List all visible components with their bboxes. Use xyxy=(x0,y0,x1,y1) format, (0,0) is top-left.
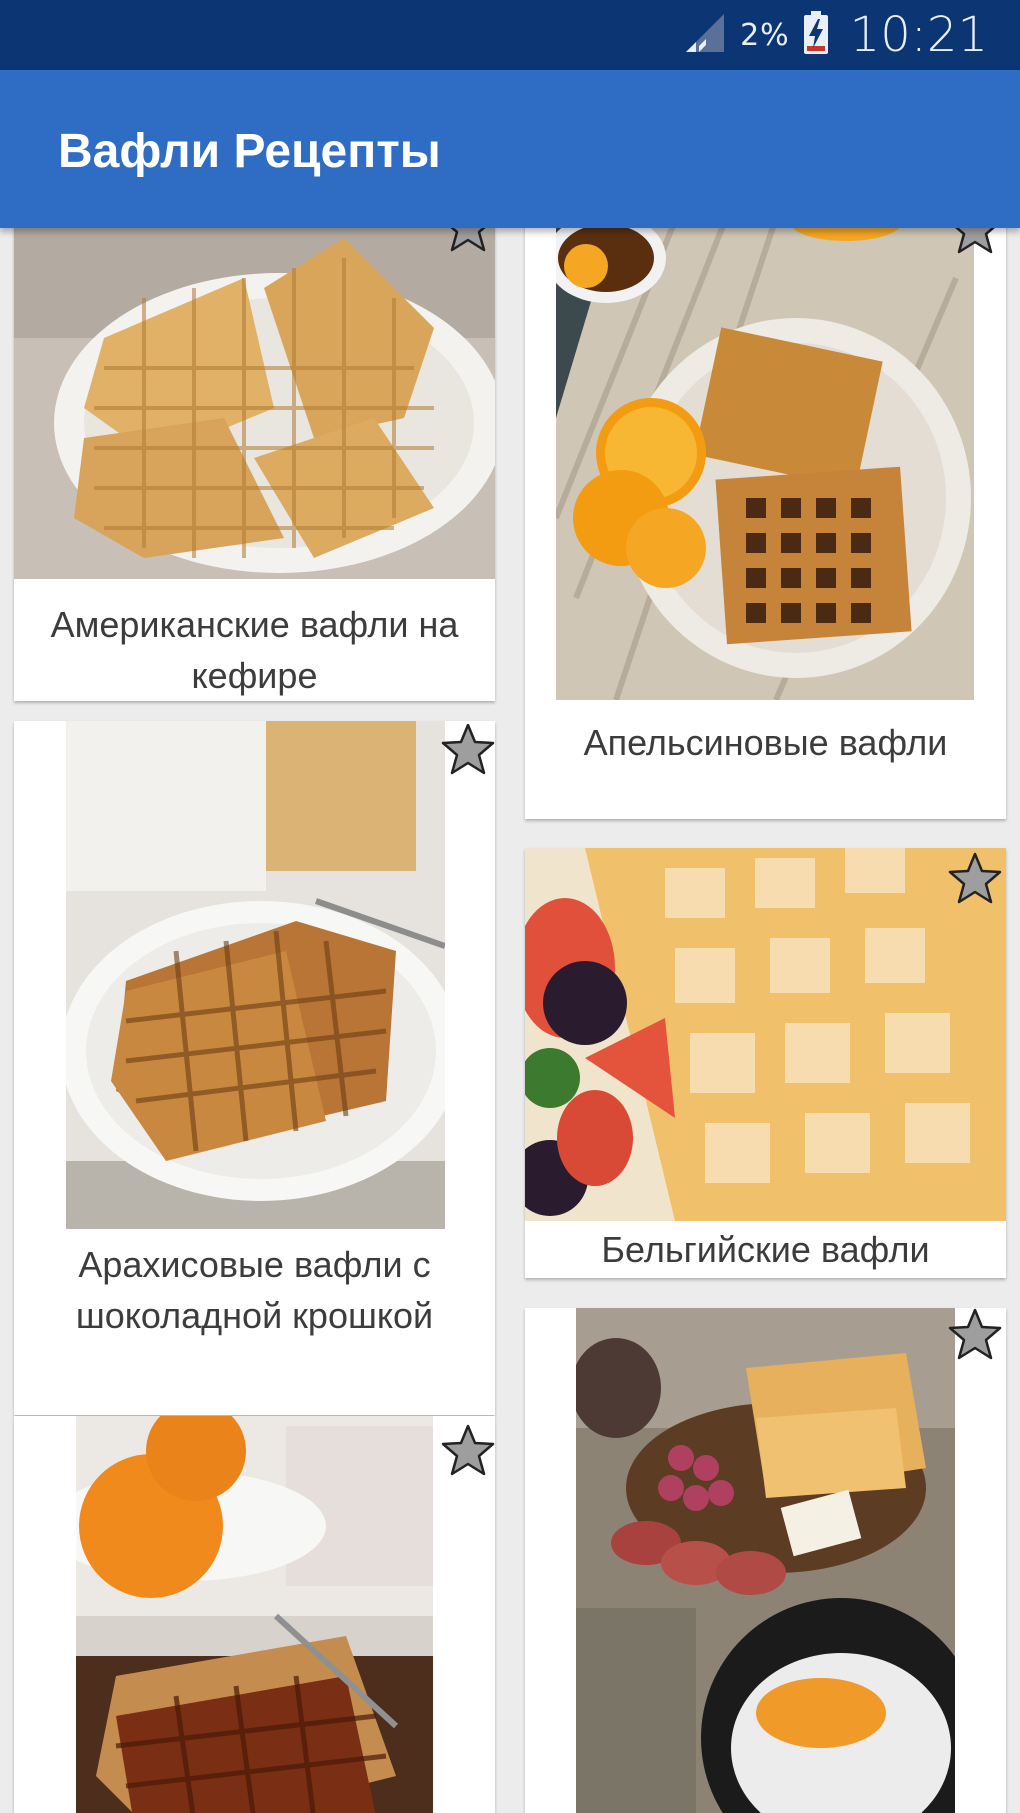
recipe-grid[interactable]: Американские вафли на кефире Апельсиновы… xyxy=(0,228,1020,1813)
recipe-title: Американские вафли на кефире xyxy=(50,604,459,696)
star-outline-icon[interactable] xyxy=(946,1308,1004,1364)
star-outline-icon[interactable] xyxy=(946,850,1004,908)
status-icons: 2% 10:21 xyxy=(682,0,988,70)
recipe-card[interactable]: Апельсиновые вафли xyxy=(525,228,1006,819)
star-outline-icon[interactable] xyxy=(439,228,495,256)
recipe-photo xyxy=(576,1308,955,1813)
recipe-title: Апельсиновые вафли xyxy=(583,722,948,763)
app-bar: Вафли Рецепты xyxy=(0,70,1020,228)
recipe-card[interactable]: Бельгийские вафли xyxy=(525,848,1006,1278)
app-title: Вафли Рецепты xyxy=(58,125,441,178)
recipe-photo xyxy=(525,848,1006,1221)
recipe-title: Арахисовые вафли с шоколадной крошкой xyxy=(75,1244,434,1336)
recipe-photo xyxy=(556,228,974,700)
battery-percent: 2% xyxy=(740,17,790,53)
recipe-title: Бельгийские вафли xyxy=(601,1229,930,1270)
battery-charging-icon xyxy=(802,10,830,60)
star-outline-icon[interactable] xyxy=(439,1422,495,1480)
recipe-card[interactable]: Арахисовые вафли с шоколадной крошкой xyxy=(14,721,495,1415)
recipe-card[interactable] xyxy=(14,1416,495,1813)
star-outline-icon[interactable] xyxy=(439,721,495,779)
recipe-photo xyxy=(66,721,445,1229)
recipe-photo xyxy=(14,228,495,579)
recipe-card[interactable] xyxy=(525,1308,1006,1813)
signal-icon xyxy=(682,10,728,60)
recipe-card[interactable]: Американские вафли на кефире xyxy=(14,228,495,701)
recipe-photo xyxy=(76,1416,433,1813)
status-bar: 2% 10:21 xyxy=(0,0,1020,70)
clock: 10:21 xyxy=(849,7,988,63)
star-outline-icon[interactable] xyxy=(946,228,1004,258)
